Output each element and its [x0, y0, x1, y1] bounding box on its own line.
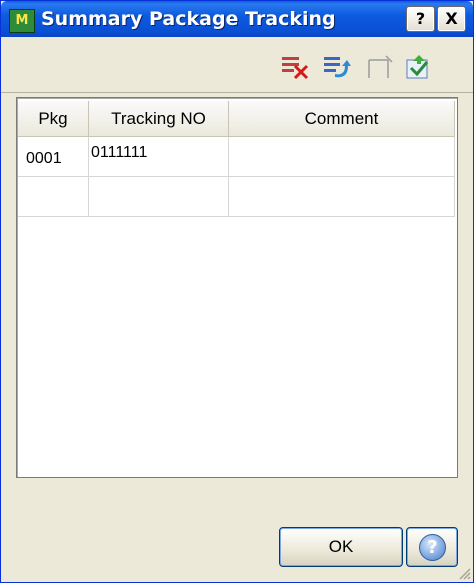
row-1-pkg-value: 0001 [26, 150, 62, 167]
row-2-comment-cell[interactable] [229, 177, 455, 217]
column-header-comment[interactable]: Comment [229, 101, 455, 137]
row-1-pkg-cell[interactable]: 0001 [18, 137, 89, 177]
row-1-tracking-no-value: 0111111 [91, 144, 148, 161]
title-help-button[interactable]: ? [406, 6, 435, 32]
ok-button[interactable]: OK [279, 527, 403, 567]
delete-row-icon[interactable] [281, 54, 309, 80]
toolbar [1, 37, 473, 93]
app-icon: M [9, 9, 35, 33]
column-header-tracking-no[interactable]: Tracking NO [89, 101, 229, 137]
insert-row-icon[interactable] [323, 54, 351, 80]
tracking-grid: Pkg Tracking NO Comment 0001 0111111 [16, 97, 458, 478]
help-icon: ? [419, 534, 446, 561]
resize-grip-icon[interactable] [457, 566, 471, 580]
blank-page-icon[interactable] [366, 54, 394, 80]
import-icon[interactable] [405, 54, 433, 80]
row-1-comment-cell[interactable] [229, 137, 455, 177]
title-bar: M Summary Package Tracking ? X [1, 1, 473, 37]
row-1-tracking-no-cell[interactable]: 0111111 [89, 137, 229, 177]
row-2-pkg-cell[interactable] [18, 177, 89, 217]
row-2-tracking-no-cell[interactable] [89, 177, 229, 217]
column-header-pkg[interactable]: Pkg [18, 101, 89, 137]
summary-package-tracking-window: M Summary Package Tracking ? X Pkg Track… [0, 0, 474, 583]
window-title: Summary Package Tracking [41, 8, 336, 30]
title-close-button[interactable]: X [437, 6, 466, 32]
help-button[interactable]: ? [406, 527, 458, 567]
